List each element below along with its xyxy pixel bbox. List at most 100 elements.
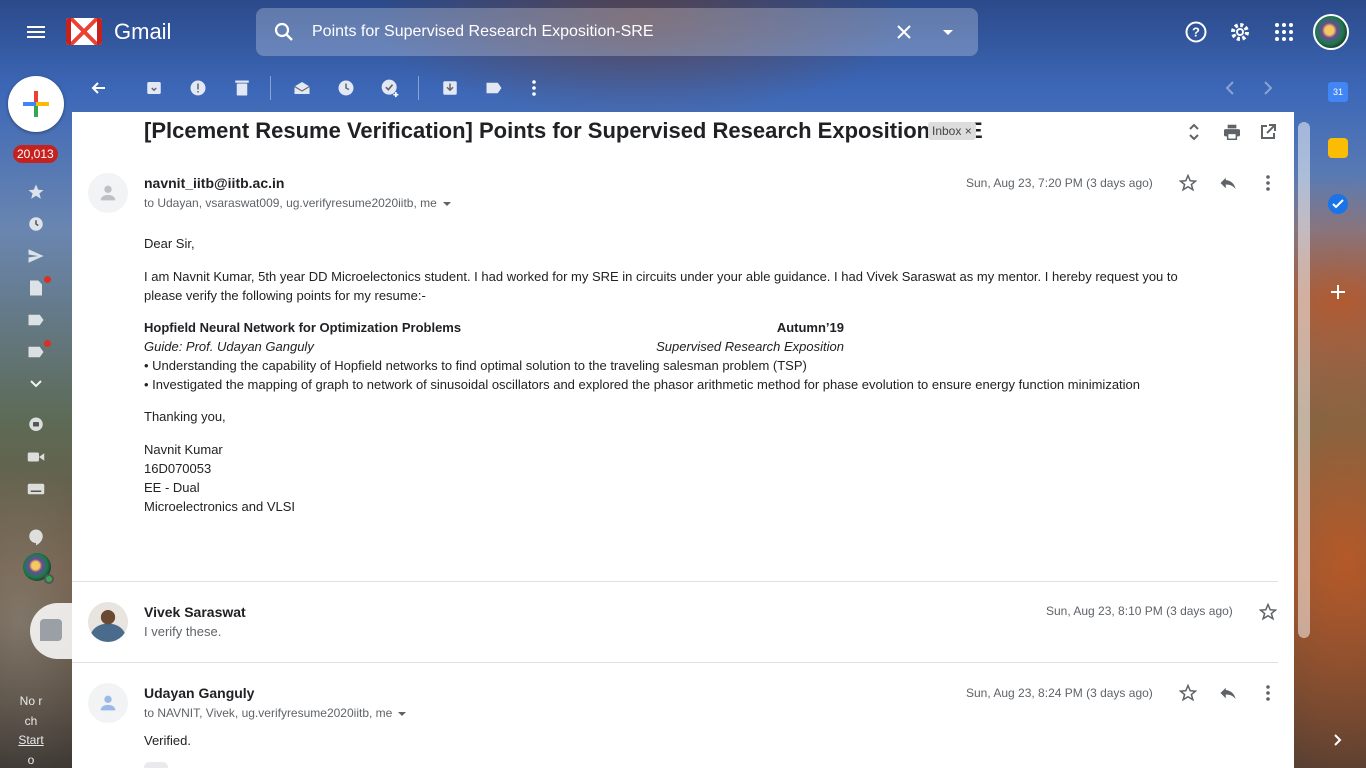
project-title: Hopfield Neural Network for Optimization…: [144, 320, 462, 335]
signature-roll: 16D070053: [144, 461, 212, 476]
print-all-button[interactable]: [1220, 120, 1244, 144]
keyboard-nav[interactable]: [24, 477, 48, 501]
sender-photo-avatar[interactable]: [88, 602, 128, 642]
label-nav-1[interactable]: [24, 308, 48, 332]
move-to-button[interactable]: [438, 76, 462, 100]
show-trimmed-content-button[interactable]: [144, 762, 168, 768]
drafts-indicator-dot: [44, 276, 51, 283]
recipients-line[interactable]: to Udayan, vsaraswat009, ug.verifyresume…: [144, 196, 451, 210]
message-more-button[interactable]: [1256, 681, 1280, 705]
signature-dept: EE - Dual: [144, 480, 200, 495]
inbox-label-chip[interactable]: Inbox ×: [928, 122, 976, 140]
search-icon[interactable]: [272, 20, 296, 44]
project-term: Autumn’19: [776, 320, 844, 335]
note-line: o: [27, 752, 35, 767]
sender-avatar[interactable]: [88, 683, 128, 723]
starred-nav[interactable]: [24, 180, 48, 204]
sent-nav[interactable]: [24, 244, 48, 268]
move-to-icon: [443, 81, 457, 95]
compose-button[interactable]: [8, 76, 64, 132]
star-button[interactable]: [1176, 171, 1200, 195]
sender-avatar[interactable]: [88, 173, 128, 213]
archive-icon: [147, 82, 161, 94]
open-new-window-button[interactable]: [1256, 120, 1280, 144]
search-input[interactable]: [312, 18, 882, 46]
tasks-icon[interactable]: [1328, 194, 1348, 214]
report-spam-button[interactable]: [186, 76, 210, 100]
star-button[interactable]: [1256, 600, 1280, 624]
snooze-button[interactable]: [334, 76, 358, 100]
sender-name[interactable]: Udayan Ganguly: [144, 685, 254, 701]
mark-unread-button[interactable]: [290, 76, 314, 100]
hangouts-icon: [29, 529, 43, 546]
support-button[interactable]: ?: [1176, 12, 1216, 52]
gmail-logo[interactable]: Gmail: [66, 18, 171, 45]
check-icon: [1332, 199, 1344, 209]
note-line[interactable]: Start: [0, 731, 62, 751]
sender-name[interactable]: navnit_iitb@iitb.ac.in: [144, 175, 284, 191]
archive-button[interactable]: [142, 76, 166, 100]
caret-down-icon[interactable]: [398, 711, 407, 716]
calendar-icon[interactable]: 31: [1328, 82, 1348, 102]
more-vert-icon: [1266, 685, 1270, 701]
email-paragraph: please verify the following points for m…: [144, 288, 426, 303]
newer-button[interactable]: [1218, 76, 1242, 100]
message-snippet[interactable]: I verify these.: [144, 624, 221, 639]
spam-icon: [190, 80, 206, 96]
meet-join-nav[interactable]: [24, 445, 48, 469]
toolbar-divider: [418, 76, 419, 100]
app-name: Gmail: [114, 18, 172, 44]
add-to-tasks-button[interactable]: [378, 76, 402, 100]
expand-all-button[interactable]: [1182, 120, 1206, 144]
account-avatar[interactable]: [1313, 14, 1349, 50]
meet-new-nav[interactable]: [24, 413, 48, 437]
message-date: Sun, Aug 23, 8:10 PM (3 days ago): [1046, 604, 1233, 618]
email-greeting: Dear Sir,: [144, 236, 195, 251]
search-options-icon[interactable]: [936, 20, 960, 44]
project-header-row: Hopfield Neural Network for Optimization…: [144, 320, 844, 335]
arrow-back-icon: [91, 82, 105, 94]
star-button[interactable]: [1176, 681, 1200, 705]
more-nav[interactable]: [24, 372, 48, 396]
side-panel-rail: 31: [1310, 64, 1366, 768]
star-icon: [28, 184, 44, 199]
chevron-right-icon: [1264, 81, 1273, 95]
message-divider: [72, 662, 1278, 663]
video-camera-icon: [27, 452, 45, 462]
project-bullet: • Understanding the capability of Hopfie…: [144, 358, 807, 373]
trash-icon: [235, 80, 249, 96]
reply-button[interactable]: [1216, 681, 1240, 705]
online-status-dot: [44, 574, 54, 584]
note-line: No r: [19, 694, 43, 708]
thread-subject: [Plcement Resume Verification] Points fo…: [144, 118, 983, 143]
recipients-line[interactable]: to NAVNIT, Vivek, ug.verifyresume2020iit…: [144, 706, 407, 720]
message-more-button[interactable]: [1256, 171, 1280, 195]
label-indicator-dot: [44, 340, 51, 347]
back-to-inbox-button[interactable]: [86, 76, 110, 100]
delete-button[interactable]: [230, 76, 254, 100]
hangouts-nav[interactable]: [24, 525, 48, 549]
older-button[interactable]: [1256, 76, 1280, 100]
main-menu-button[interactable]: [16, 12, 56, 52]
labels-button[interactable]: [482, 76, 506, 100]
show-side-panel-button[interactable]: [1328, 730, 1348, 750]
snoozed-nav[interactable]: [24, 212, 48, 236]
label-icon: [486, 82, 502, 94]
clear-search-icon[interactable]: [892, 20, 916, 44]
gmail-m-icon: [66, 18, 102, 45]
more-actions-button[interactable]: [522, 76, 546, 100]
apps-button[interactable]: [1264, 12, 1304, 52]
unfold-icon: [1189, 123, 1199, 141]
star-outline-icon: [1179, 684, 1197, 702]
hamburger-icon: [27, 26, 45, 38]
thread-scrollbar[interactable]: [1298, 122, 1310, 638]
caret-down-icon[interactable]: [442, 201, 451, 206]
settings-button[interactable]: [1220, 12, 1260, 52]
star-outline-icon: [1179, 174, 1197, 192]
email-closing: Thanking you,: [144, 409, 226, 424]
plus-icon: [1331, 285, 1345, 299]
keep-icon[interactable]: [1328, 138, 1348, 158]
reply-button[interactable]: [1216, 171, 1240, 195]
get-addons-button[interactable]: [1328, 282, 1348, 302]
sender-name[interactable]: Vivek Saraswat: [144, 604, 246, 620]
